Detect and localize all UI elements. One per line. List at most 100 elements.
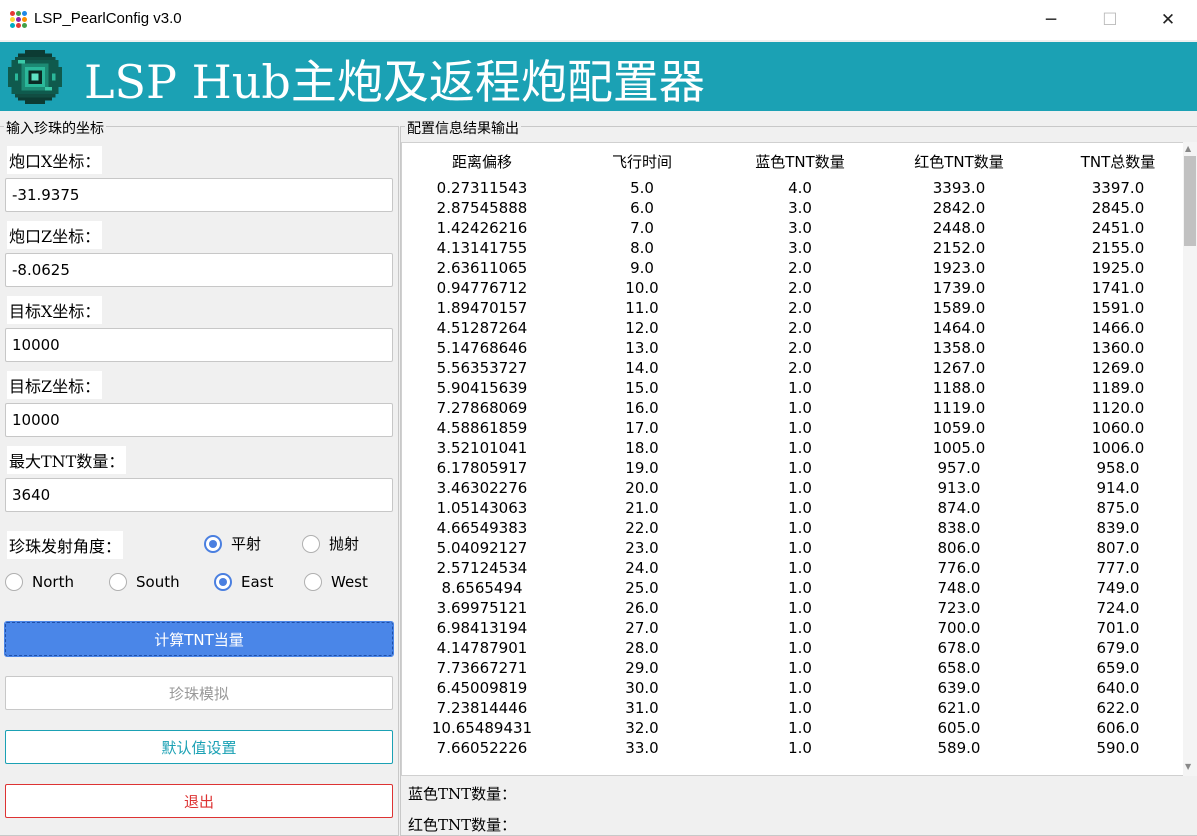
table-row[interactable]: 0.94776712 10.0 2.0 1739.0 1741.0 <box>402 279 1182 299</box>
target-x-input[interactable]: 10000 <box>5 328 393 362</box>
cell-flight-time: 32.0 <box>625 719 659 737</box>
table-row[interactable]: 8.6565494 25.0 1.0 748.0 749.0 <box>402 579 1182 599</box>
table-row[interactable]: 4.51287264 12.0 2.0 1464.0 1466.0 <box>402 319 1182 339</box>
cell-total-tnt: 1060.0 <box>1091 419 1145 437</box>
cell-blue-tnt: 1.0 <box>788 739 812 757</box>
radio-lob-shot[interactable]: 抛射 <box>302 533 359 554</box>
cell-flight-time: 24.0 <box>625 559 659 577</box>
cell-total-tnt: 659.0 <box>1096 659 1140 677</box>
target-z-input[interactable]: 10000 <box>5 403 393 437</box>
radio-west[interactable]: West <box>304 573 368 591</box>
table-row[interactable]: 2.63611065 9.0 2.0 1923.0 1925.0 <box>402 259 1182 279</box>
cell-flight-time: 18.0 <box>625 439 659 457</box>
column-header-distance-offset[interactable]: 距离偏移 <box>412 151 552 172</box>
results-table[interactable]: 距离偏移 飞行时间 蓝色TNT数量 红色TNT数量 TNT总数量 0.27311… <box>401 142 1197 776</box>
radio-north[interactable]: North <box>5 573 74 591</box>
cell-total-tnt: 622.0 <box>1096 699 1140 717</box>
cell-blue-tnt: 4.0 <box>788 179 812 197</box>
table-row[interactable]: 4.58861859 17.0 1.0 1059.0 1060.0 <box>402 419 1182 439</box>
cell-distance-offset: 4.51287264 <box>436 319 528 337</box>
radio-unchecked-icon <box>304 573 322 591</box>
minimize-button[interactable]: ─ <box>1022 0 1080 40</box>
table-row[interactable]: 6.17805917 19.0 1.0 957.0 958.0 <box>402 459 1182 479</box>
cannon-x-input[interactable]: -31.9375 <box>5 178 393 212</box>
table-row[interactable]: 10.65489431 32.0 1.0 605.0 606.0 <box>402 719 1182 739</box>
red-tnt-output-label: 红色TNT数量： <box>408 816 517 834</box>
cell-red-tnt: 1589.0 <box>932 299 986 317</box>
max-tnt-input[interactable]: 3640 <box>5 478 393 512</box>
column-header-blue-tnt[interactable]: 蓝色TNT数量 <box>730 151 870 172</box>
table-row[interactable]: 2.57124534 24.0 1.0 776.0 777.0 <box>402 559 1182 579</box>
column-header-total-tnt[interactable]: TNT总数量 <box>1048 151 1188 172</box>
table-row[interactable]: 0.27311543 5.0 4.0 3393.0 3397.0 <box>402 179 1182 199</box>
cannon-z-input[interactable]: -8.0625 <box>5 253 393 287</box>
cell-flight-time: 5.0 <box>630 179 654 197</box>
table-row[interactable]: 1.42426216 7.0 3.0 2448.0 2451.0 <box>402 219 1182 239</box>
max-tnt-label: 最大TNT数量： <box>7 446 127 474</box>
cell-total-tnt: 875.0 <box>1096 499 1140 517</box>
target-x-label: 目标X坐标： <box>7 296 103 324</box>
table-row[interactable]: 3.69975121 26.0 1.0 723.0 724.0 <box>402 599 1182 619</box>
radio-south[interactable]: South <box>109 573 180 591</box>
table-row[interactable]: 7.23814446 31.0 1.0 621.0 622.0 <box>402 699 1182 719</box>
column-header-red-tnt[interactable]: 红色TNT数量 <box>889 151 1029 172</box>
scroll-up-arrow-icon[interactable]: ▲ <box>1185 144 1191 153</box>
table-row[interactable]: 3.46302276 20.0 1.0 913.0 914.0 <box>402 479 1182 499</box>
cell-blue-tnt: 1.0 <box>788 399 812 417</box>
table-row[interactable]: 4.14787901 28.0 1.0 678.0 679.0 <box>402 639 1182 659</box>
table-row[interactable]: 5.56353727 14.0 2.0 1267.0 1269.0 <box>402 359 1182 379</box>
table-row[interactable]: 4.13141755 8.0 3.0 2152.0 2155.0 <box>402 239 1182 259</box>
cell-flight-time: 26.0 <box>625 599 659 617</box>
table-row[interactable]: 2.87545888 6.0 3.0 2842.0 2845.0 <box>402 199 1182 219</box>
cell-blue-tnt: 1.0 <box>788 379 812 397</box>
table-row[interactable]: 7.73667271 29.0 1.0 658.0 659.0 <box>402 659 1182 679</box>
cell-flight-time: 20.0 <box>625 479 659 497</box>
cell-blue-tnt: 1.0 <box>788 679 812 697</box>
table-row[interactable]: 5.14768646 13.0 2.0 1358.0 1360.0 <box>402 339 1182 359</box>
table-row[interactable]: 7.27868069 16.0 1.0 1119.0 1120.0 <box>402 399 1182 419</box>
table-scrollbar[interactable]: ▲ ▼ <box>1183 142 1197 776</box>
cell-red-tnt: 2448.0 <box>932 219 986 237</box>
cell-distance-offset: 7.23814446 <box>436 699 528 717</box>
radio-flat-shot[interactable]: 平射 <box>204 533 261 554</box>
table-row[interactable]: 6.45009819 30.0 1.0 639.0 640.0 <box>402 679 1182 699</box>
cell-distance-offset: 4.13141755 <box>436 239 528 257</box>
cell-red-tnt: 838.0 <box>937 519 981 537</box>
table-row[interactable]: 4.66549383 22.0 1.0 838.0 839.0 <box>402 519 1182 539</box>
close-button[interactable]: ✕ <box>1139 0 1197 40</box>
scroll-down-arrow-icon[interactable]: ▼ <box>1185 762 1191 771</box>
cell-flight-time: 8.0 <box>630 239 654 257</box>
cell-total-tnt: 724.0 <box>1096 599 1140 617</box>
cannon-z-label: 炮口Z坐标： <box>7 221 103 249</box>
cell-red-tnt: 1005.0 <box>932 439 986 457</box>
table-row[interactable]: 6.98413194 27.0 1.0 700.0 701.0 <box>402 619 1182 639</box>
column-header-flight-time[interactable]: 飞行时间 <box>572 151 712 172</box>
cell-blue-tnt: 2.0 <box>788 339 812 357</box>
cell-red-tnt: 913.0 <box>937 479 981 497</box>
cell-red-tnt: 776.0 <box>937 559 981 577</box>
table-row[interactable]: 5.04092127 23.0 1.0 806.0 807.0 <box>402 539 1182 559</box>
cell-blue-tnt: 2.0 <box>788 279 812 297</box>
default-settings-button[interactable]: 默认值设置 <box>5 730 393 764</box>
cell-distance-offset: 3.46302276 <box>436 479 528 497</box>
cell-blue-tnt: 2.0 <box>788 319 812 337</box>
table-row[interactable]: 7.66052226 33.0 1.0 589.0 590.0 <box>402 739 1182 759</box>
table-row[interactable]: 1.05143063 21.0 1.0 874.0 875.0 <box>402 499 1182 519</box>
table-row[interactable]: 5.90415639 15.0 1.0 1188.0 1189.0 <box>402 379 1182 399</box>
calculate-tnt-button[interactable]: 计算TNT当量 <box>4 621 394 657</box>
scroll-thumb[interactable] <box>1184 156 1196 246</box>
radio-north-label: North <box>32 573 74 591</box>
cell-distance-offset: 3.69975121 <box>436 599 528 617</box>
exit-button[interactable]: 退出 <box>5 784 393 818</box>
table-row[interactable]: 3.52101041 18.0 1.0 1005.0 1006.0 <box>402 439 1182 459</box>
cell-total-tnt: 777.0 <box>1096 559 1140 577</box>
table-row[interactable]: 1.89470157 11.0 2.0 1589.0 1591.0 <box>402 299 1182 319</box>
cannon-x-label: 炮口X坐标： <box>7 146 103 174</box>
cell-total-tnt: 749.0 <box>1096 579 1140 597</box>
maximize-button[interactable]: ☐ <box>1081 0 1139 40</box>
pearl-simulate-button[interactable]: 珍珠模拟 <box>5 676 393 710</box>
cell-red-tnt: 639.0 <box>937 679 981 697</box>
cell-total-tnt: 958.0 <box>1096 459 1140 477</box>
radio-east[interactable]: East <box>214 573 273 591</box>
cell-flight-time: 17.0 <box>625 419 659 437</box>
